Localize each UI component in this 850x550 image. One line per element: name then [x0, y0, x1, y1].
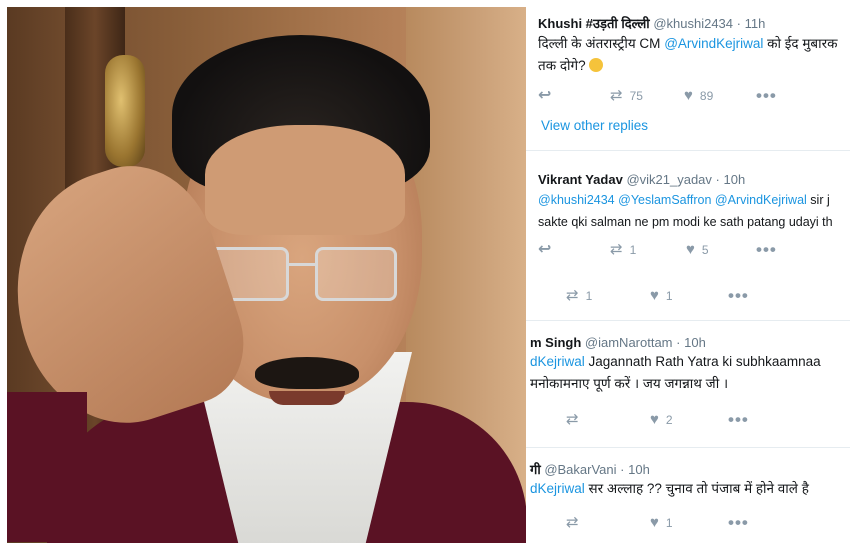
news-photo — [7, 7, 526, 543]
more-button[interactable]: ••• — [756, 241, 777, 259]
thread-actions: ⇄ 1 ♥ 1 ••• — [566, 287, 826, 305]
tweet-text-segment: sakte qki salman ne pm modi ke sath pata… — [538, 215, 833, 229]
more-icon: ••• — [728, 410, 749, 429]
separator-dot: · — [620, 462, 625, 477]
user-handle[interactable]: @iamNarottam — [585, 335, 673, 350]
more-button[interactable]: ••• — [728, 514, 749, 532]
user-name[interactable]: गी — [530, 462, 541, 477]
separator-dot: · — [715, 172, 720, 187]
mustache — [255, 357, 359, 389]
more-button[interactable]: ••• — [728, 411, 749, 429]
retweet-icon: ⇄ — [566, 287, 579, 304]
like-count: 5 — [701, 243, 709, 257]
like-count: 1 — [665, 516, 673, 530]
tweet-text-segment: sir j — [806, 193, 830, 207]
mention-link[interactable]: dKejriwal — [530, 481, 585, 496]
tweet-text-segment: को ईद मुबारक — [763, 36, 838, 51]
divider — [526, 320, 850, 321]
reply-icon: ↩ — [538, 87, 552, 104]
mention-link[interactable]: @khushi2434 — [538, 193, 615, 207]
tweet-header: गी @BakarVani · 10h — [530, 460, 650, 478]
retweet-icon: ⇄ — [610, 241, 623, 258]
tweet-text-segment: तक दोगे? — [538, 58, 586, 73]
mention-link[interactable]: @ArvindKejriwal — [715, 193, 807, 207]
user-name[interactable]: Khushi #उड़ती दिल्ली — [538, 16, 650, 31]
tweet-actions: ↩ ⇄ 75 ♥ 89 ••• — [538, 87, 838, 105]
tweet-header: Khushi #उड़ती दिल्ली @khushi2434 · 11h — [538, 14, 765, 32]
tweet-text-segment: सर अल्लाह ?? चुनाव तो पंजाब में होने वाल… — [584, 481, 809, 496]
mention-link[interactable]: @ArvindKejriwal — [664, 36, 763, 51]
separator-dot: · — [676, 335, 681, 350]
sleeve-cuff — [7, 392, 87, 542]
tweet-time[interactable]: 10h — [684, 335, 706, 350]
like-count: 2 — [665, 413, 673, 427]
like-button[interactable]: ♥ 5 — [686, 241, 709, 259]
reply-button[interactable]: ↩ — [538, 241, 551, 259]
retweet-count: 1 — [629, 243, 637, 257]
mention-link[interactable]: dKejriwal — [530, 354, 585, 369]
retweet-button[interactable]: ⇄ — [566, 514, 579, 532]
mouth — [269, 391, 345, 405]
retweet-button[interactable]: ⇄ 75 — [610, 87, 643, 105]
like-icon: ♥ — [684, 87, 693, 104]
more-button[interactable]: ••• — [756, 87, 777, 105]
glasses — [207, 247, 397, 307]
like-button[interactable]: ♥ 1 — [650, 287, 673, 305]
tweet-thread: Khushi #उड़ती दिल्ली @khushi2434 · 11h द… — [526, 0, 850, 550]
user-handle[interactable]: @vik21_yadav — [626, 172, 711, 187]
like-button[interactable]: ♥ 89 — [684, 87, 713, 105]
like-button[interactable]: ♥ 2 — [650, 411, 673, 429]
tweet-text: दिल्ली के अंतरास्ट्रीय CM @ArvindKejriwa… — [538, 33, 838, 77]
tweet-text-segment: Jagannath Rath Yatra ki subhkaamnaa — [584, 354, 821, 369]
tweet-time[interactable]: 11h — [745, 16, 766, 31]
reply-button[interactable]: ↩ — [538, 87, 551, 105]
more-button[interactable]: ••• — [728, 287, 749, 305]
more-icon: ••• — [756, 240, 777, 259]
tweet-text-segment: दिल्ली के अंतरास्ट्रीय CM — [538, 36, 665, 51]
tweet-actions: ⇄ ♥ 2 ••• — [566, 411, 826, 429]
forehead — [205, 125, 405, 235]
user-handle[interactable]: @BakarVani — [544, 462, 616, 477]
confused-face-icon — [589, 58, 604, 72]
reply-icon: ↩ — [538, 241, 552, 258]
retweet-icon: ⇄ — [566, 514, 579, 531]
retweet-button[interactable]: ⇄ 1 — [566, 287, 592, 305]
divider — [526, 150, 850, 151]
tweet-time[interactable]: 10h — [724, 172, 746, 187]
separator-dot: · — [736, 16, 741, 31]
mention-link[interactable]: @YeslamSaffron — [618, 193, 711, 207]
like-count: 89 — [699, 89, 714, 103]
tweet-text: dKejriwal Jagannath Rath Yatra ki subhka… — [530, 351, 821, 395]
user-handle[interactable]: @khushi2434 — [653, 16, 733, 31]
retweet-count: 75 — [629, 89, 643, 103]
like-icon: ♥ — [686, 241, 695, 258]
tweet-time[interactable]: 10h — [628, 462, 650, 477]
divider — [526, 447, 850, 448]
like-icon: ♥ — [650, 287, 659, 304]
retweet-count: 1 — [585, 289, 593, 303]
more-icon: ••• — [728, 286, 749, 305]
tweet-actions: ⇄ ♥ 1 ••• — [566, 514, 826, 532]
tweet-header: m Singh @iamNarottam · 10h — [530, 335, 706, 350]
like-button[interactable]: ♥ 1 — [650, 514, 673, 532]
tweet-actions: ↩ ⇄ 1 ♥ 5 ••• — [538, 241, 838, 259]
like-count: 1 — [665, 289, 673, 303]
more-icon: ••• — [728, 513, 749, 532]
retweet-icon: ⇄ — [610, 87, 623, 104]
user-name[interactable]: Vikrant Yadav — [538, 172, 623, 187]
retweet-icon: ⇄ — [566, 411, 579, 428]
tweet-text: @khushi2434 @YeslamSaffron @ArvindKejriw… — [538, 189, 833, 233]
view-other-replies-link[interactable]: View other replies — [541, 118, 648, 133]
like-icon: ♥ — [650, 411, 659, 428]
more-icon: ••• — [756, 86, 777, 105]
like-icon: ♥ — [650, 514, 659, 531]
tweet-text: dKejriwal सर अल्लाह ?? चुनाव तो पंजाब मे… — [530, 478, 809, 500]
retweet-button[interactable]: ⇄ — [566, 411, 579, 429]
door-handle — [105, 55, 145, 167]
tweet-text-segment: मनोकामनाए पूर्ण करें । जय जगन्नाथ जी । — [530, 376, 729, 391]
user-name[interactable]: m Singh — [530, 335, 581, 350]
retweet-button[interactable]: ⇄ 1 — [610, 241, 636, 259]
tweet-header: Vikrant Yadav @vik21_yadav · 10h — [538, 172, 745, 187]
